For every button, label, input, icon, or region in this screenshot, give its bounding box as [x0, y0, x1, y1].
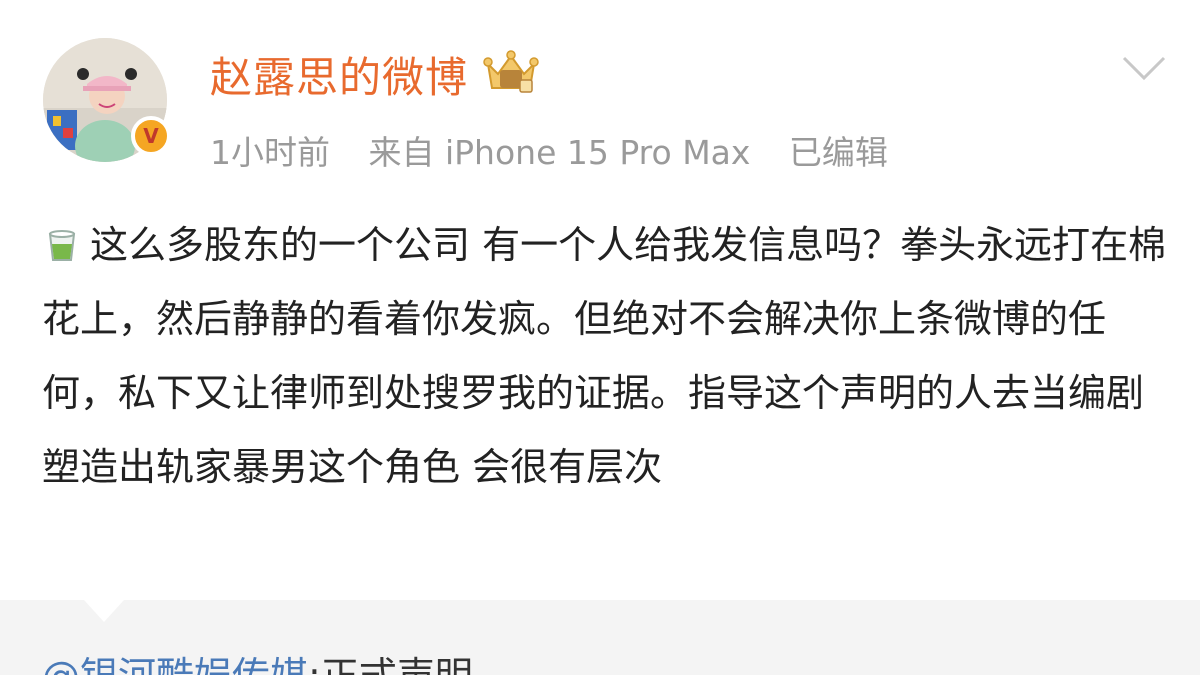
author-avatar[interactable]: V: [43, 38, 171, 162]
edited-label[interactable]: 已编辑: [789, 133, 888, 172]
repost-header: @银河酷娱传媒:正式声明: [42, 645, 473, 675]
chevron-down-icon[interactable]: [1120, 52, 1168, 84]
vip-crown-icon[interactable]: [482, 50, 540, 98]
author-header: 赵露思的微博: [210, 46, 540, 102]
post-source: 来自 iPhone 15 Pro Max: [368, 133, 751, 172]
verified-letter: V: [143, 124, 159, 148]
post-meta: 1小时前 来自 iPhone 15 Pro Max 已编辑: [210, 126, 916, 174]
repost-notch: [84, 600, 124, 622]
post-text: 这么多股东的一个公司 有一个人给我发信息吗？拳头永远打在棉花上，然后静静的看着你…: [42, 223, 1167, 489]
post-content: 这么多股东的一个公司 有一个人给我发信息吗？拳头永远打在棉花上，然后静静的看着你…: [42, 208, 1172, 504]
weibo-post-card: V 赵露思的微博 1小时前 来自 iPhone 15 Pro Max 已编辑 这…: [0, 0, 1200, 675]
repost-mention-link[interactable]: @银河酷娱传媒: [42, 654, 308, 675]
post-time: 1小时前: [210, 133, 330, 172]
author-name[interactable]: 赵露思的微博: [210, 44, 468, 105]
tea-cup-icon: [48, 230, 76, 261]
verified-v-icon: V: [131, 116, 171, 156]
repost-title: :正式声明: [308, 654, 473, 675]
